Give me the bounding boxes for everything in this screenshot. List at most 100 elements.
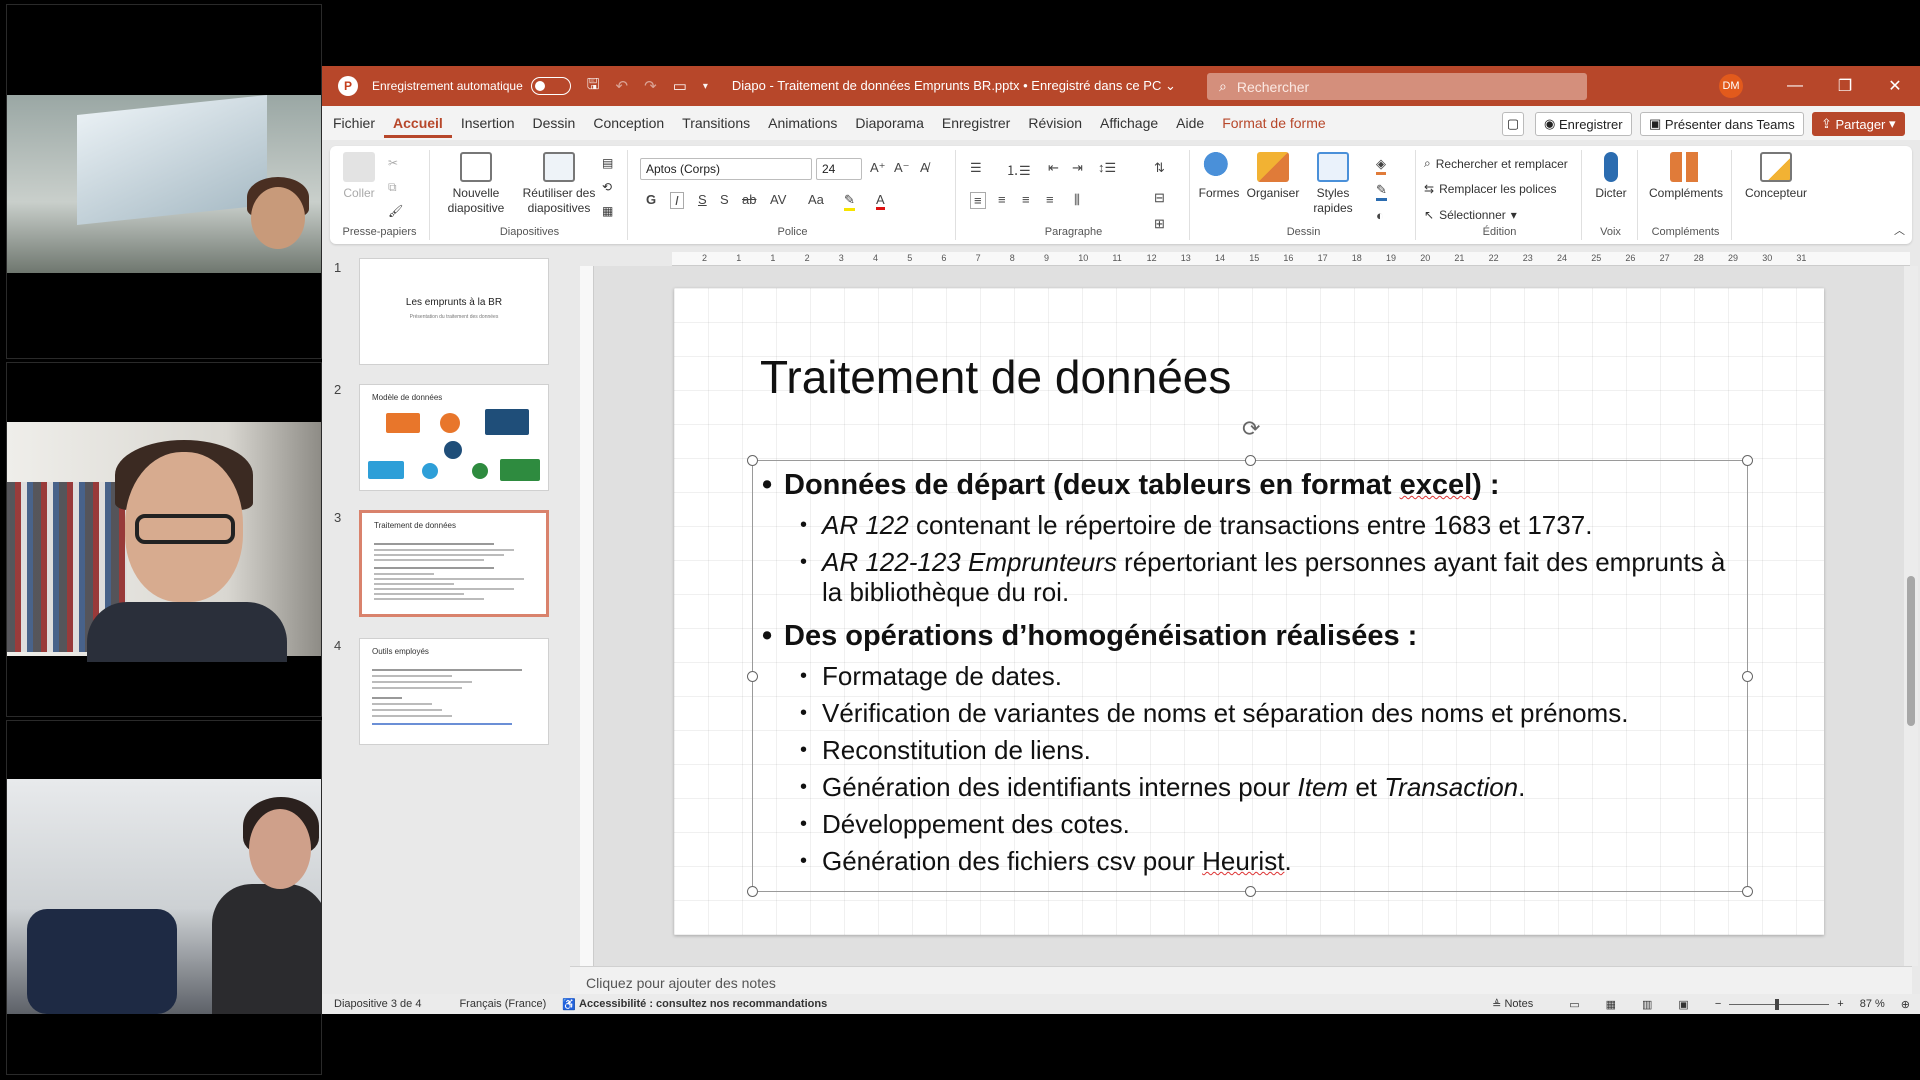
rotate-handle-icon[interactable]: ⟳ [1242, 416, 1260, 442]
resize-handle-icon[interactable] [747, 671, 758, 682]
zoom-in-icon[interactable]: + [1837, 998, 1843, 1010]
increase-indent-icon[interactable]: ⇥ [1072, 160, 1083, 176]
zoom-out-icon[interactable]: − [1715, 998, 1721, 1010]
tab-animations[interactable]: Animations [759, 115, 846, 131]
find-replace-button[interactable]: ⌕ Rechercher et remplacer [1424, 156, 1568, 171]
notes-pane[interactable]: Cliquez pour ajouter des notes [570, 966, 1912, 994]
shrink-font-icon[interactable]: A⁻ [894, 160, 910, 176]
resize-handle-icon[interactable] [1742, 886, 1753, 897]
bullets-icon[interactable]: ☰ [970, 160, 982, 176]
text-direction-icon[interactable]: ⇅ [1154, 160, 1165, 176]
tab-affichage[interactable]: Affichage [1091, 115, 1167, 131]
tab-diaporama[interactable]: Diaporama [846, 115, 932, 131]
char-spacing-icon[interactable]: AV [770, 192, 786, 207]
document-title[interactable]: Diapo - Traitement de données Emprunts B… [732, 78, 1176, 94]
slide-sorter-icon[interactable]: ▦ [1606, 998, 1616, 1011]
bold-button[interactable]: G [646, 192, 656, 207]
restore-icon[interactable]: ❐ [1820, 66, 1870, 106]
collapse-ribbon-icon[interactable]: ︿ [1894, 222, 1905, 238]
cut-icon[interactable]: ✂ [388, 156, 398, 170]
copy-icon[interactable]: ⧉ [388, 180, 397, 195]
font-name-select[interactable]: Aptos (Corps) [640, 158, 812, 180]
resize-handle-icon[interactable] [1245, 886, 1256, 897]
minimize-icon[interactable]: — [1770, 66, 1820, 106]
close-icon[interactable]: ✕ [1870, 66, 1920, 106]
zoom-slider[interactable] [1729, 998, 1830, 1010]
align-text-icon[interactable]: ⊟ [1154, 190, 1165, 206]
select-button[interactable]: ↖ Sélectionner ▾ [1424, 208, 1517, 222]
highlight-icon[interactable]: ✎ [844, 192, 855, 211]
shadow-button[interactable]: S [720, 192, 729, 207]
reading-view-icon[interactable]: ▥ [1642, 998, 1652, 1011]
slideshow-icon[interactable]: ▣ [1678, 998, 1688, 1011]
section-icon[interactable]: ▦ [602, 204, 613, 218]
font-color-icon[interactable]: A [876, 192, 885, 210]
zoom-slider-thumb[interactable] [1775, 998, 1780, 1010]
vertical-scrollbar[interactable] [1904, 266, 1918, 966]
tab-transitions[interactable]: Transitions [673, 115, 759, 131]
scrollbar-thumb[interactable] [1907, 576, 1915, 726]
justify-icon[interactable]: ≡ [1046, 192, 1054, 207]
align-right-icon[interactable]: ≡ [1022, 192, 1030, 207]
present-icon[interactable]: ▭ [673, 77, 687, 95]
horizontal-ruler[interactable]: 2 1 1 2 3 4 5 6 7 8 9 10 11 12 13 14 15 16 17 18 19 20 21 22 23 2… [672, 252, 1910, 266]
vertical-ruler[interactable] [580, 266, 594, 966]
strikethrough-icon[interactable]: ab [742, 192, 756, 207]
resize-handle-icon[interactable] [1742, 671, 1753, 682]
font-size-select[interactable]: 24 [816, 158, 862, 180]
resize-handle-icon[interactable] [1742, 455, 1753, 466]
paste-button[interactable]: Coller [336, 152, 382, 201]
fit-slide-icon[interactable]: ⊕ [1901, 998, 1910, 1011]
save-icon[interactable]: 🖫 [587, 74, 600, 99]
slide-title[interactable]: Traitement de données [760, 350, 1231, 404]
video-tile-participant-1[interactable] [6, 4, 322, 359]
grow-font-icon[interactable]: A⁺ [870, 160, 886, 176]
redo-icon[interactable]: ↷ [644, 77, 657, 95]
align-left-icon[interactable]: ≡ [970, 192, 986, 209]
slide-body[interactable]: Données de départ (deux tableurs en form… [762, 466, 1742, 883]
video-tile-participant-2[interactable] [6, 362, 322, 717]
replace-fonts-button[interactable]: ⇆ Remplacer les polices [1424, 182, 1556, 196]
present-teams-button[interactable]: ▣ Présenter dans Teams [1640, 112, 1804, 136]
tab-enregistrer[interactable]: Enregistrer [933, 115, 1019, 131]
slide-thumbnail-2[interactable]: Modèle de données [359, 384, 549, 491]
slide-thumbnail-3[interactable]: Traitement de données [359, 510, 549, 617]
customize-qat-icon[interactable]: ▾ [703, 81, 708, 92]
change-case-icon[interactable]: Aa [808, 192, 824, 207]
shapes-button[interactable]: Formes [1194, 152, 1244, 201]
tab-format-de-forme[interactable]: Format de forme [1213, 115, 1334, 131]
tab-aide[interactable]: Aide [1167, 115, 1213, 131]
search-box[interactable]: ⌕ Rechercher [1207, 73, 1587, 100]
user-avatar[interactable]: DM [1719, 74, 1743, 98]
resize-handle-icon[interactable] [747, 886, 758, 897]
zoom-level[interactable]: 87 % [1860, 998, 1885, 1010]
tab-dessin[interactable]: Dessin [524, 115, 585, 131]
italic-button[interactable]: I [670, 192, 684, 209]
columns-icon[interactable]: ⫼ [1074, 192, 1080, 208]
decrease-indent-icon[interactable]: ⇤ [1048, 160, 1059, 176]
video-tile-participant-3[interactable] [6, 720, 322, 1075]
current-slide[interactable]: Traitement de données ⟳ Données de dépar… [674, 288, 1824, 935]
record-button[interactable]: ◉ Enregistrer [1535, 112, 1632, 136]
reset-icon[interactable]: ⟲ [602, 180, 612, 194]
designer-button[interactable]: Concepteur [1736, 152, 1816, 201]
language-indicator[interactable]: Français (France) [459, 998, 546, 1010]
resize-handle-icon[interactable] [1245, 455, 1256, 466]
arrange-button[interactable]: Organiser [1244, 152, 1302, 201]
shape-fill-icon[interactable]: ◈ [1376, 156, 1386, 175]
share-button[interactable]: ⇪ Partager ▾ [1812, 112, 1905, 136]
shape-effects-icon[interactable]: ◐ [1376, 208, 1384, 223]
format-painter-icon[interactable]: 🖌 [388, 204, 403, 218]
addins-button[interactable]: Compléments [1642, 152, 1730, 201]
quick-styles-button[interactable]: Styles rapides [1302, 152, 1364, 216]
tab-insertion[interactable]: Insertion [452, 115, 524, 131]
autosave-toggle[interactable] [530, 77, 571, 95]
tab-fichier[interactable]: Fichier [324, 115, 384, 131]
undo-icon[interactable]: ↶ [616, 77, 629, 95]
layout-icon[interactable]: ▤ [602, 156, 613, 170]
new-slide-button[interactable]: Nouvelle diapositive [436, 152, 516, 216]
align-center-icon[interactable]: ≡ [998, 192, 1006, 207]
dictate-button[interactable]: Dicter [1586, 152, 1636, 201]
tab-accueil[interactable]: Accueil [384, 115, 452, 138]
comments-button[interactable]: ▢ [1502, 112, 1524, 136]
